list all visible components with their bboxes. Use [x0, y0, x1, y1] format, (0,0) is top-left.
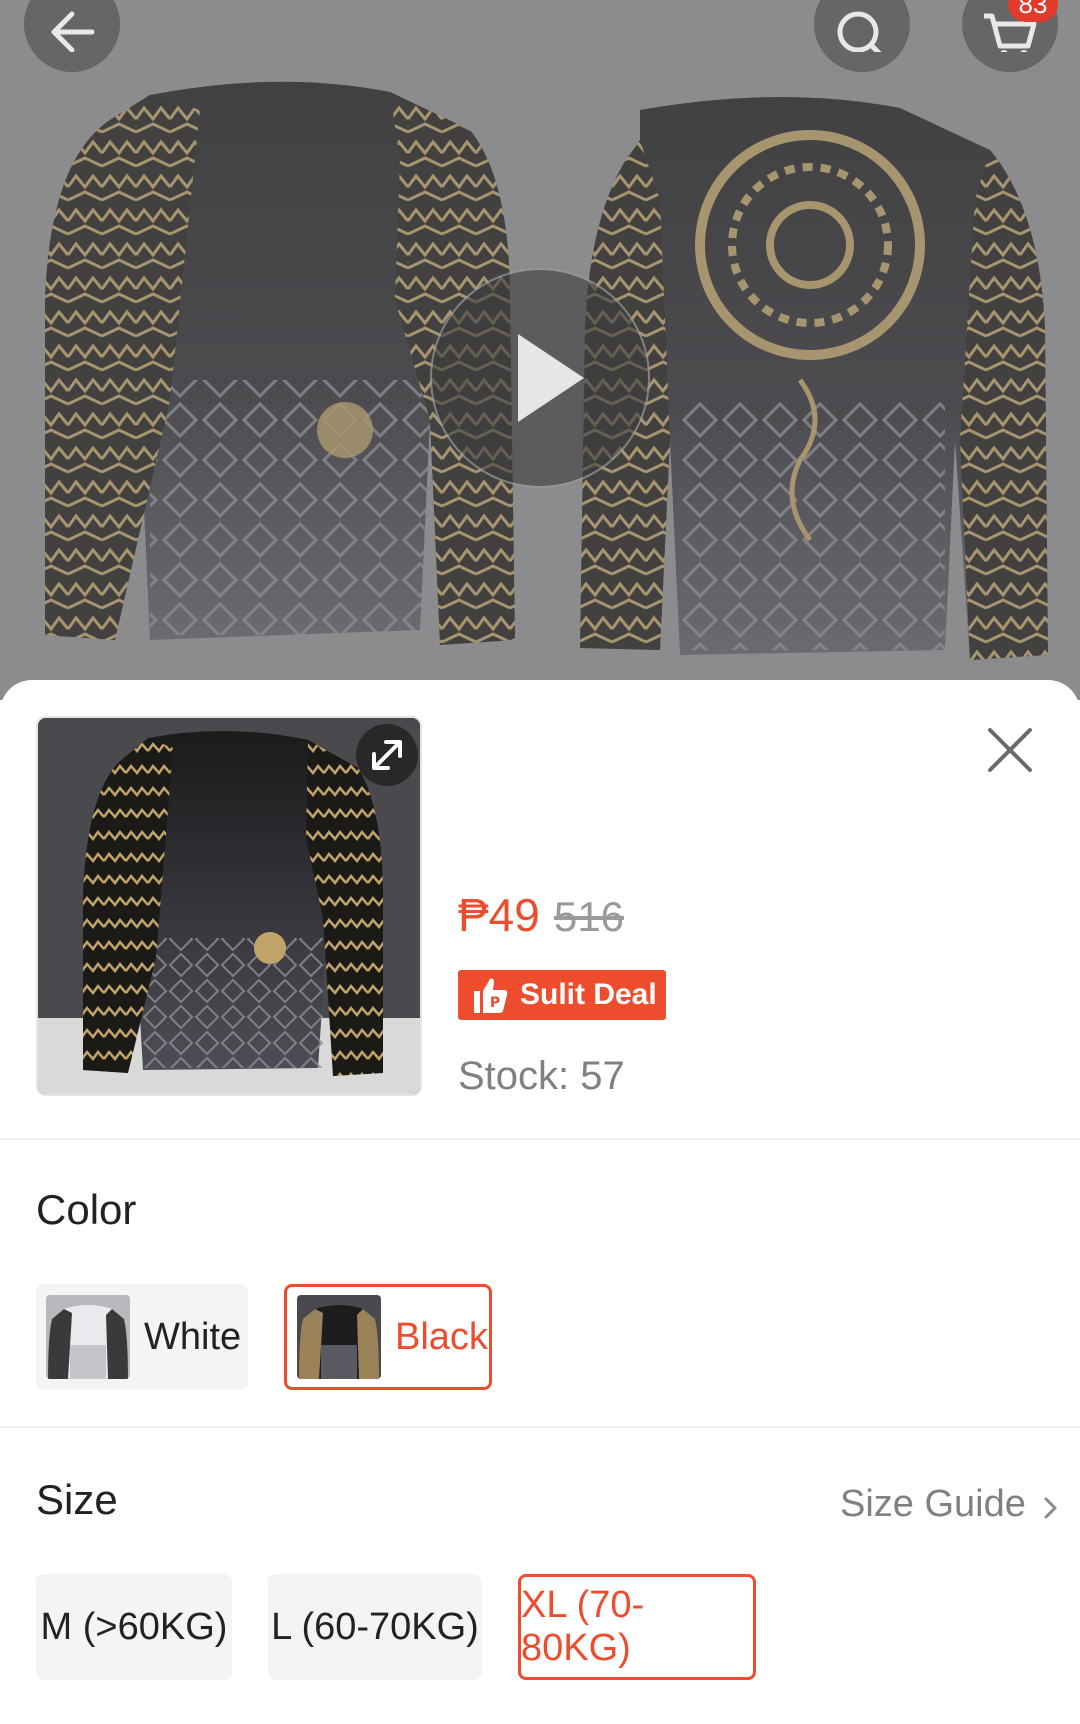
size-option-l[interactable]: L (60-70KG) — [268, 1574, 482, 1680]
expand-icon — [356, 740, 418, 790]
color-option-label: White — [144, 1315, 242, 1358]
current-price: ₱49 — [458, 889, 540, 941]
expand-image-button[interactable] — [356, 724, 418, 786]
arrow-left-icon — [42, 0, 102, 57]
product-media[interactable]: 83 — [0, 0, 1080, 700]
close-button[interactable] — [980, 720, 1040, 780]
color-option-white[interactable]: White — [36, 1284, 248, 1390]
variation-sheet: ₱49 516 P Sulit Deal Stock: 57 — [0, 680, 1080, 1724]
color-option-label: Black — [395, 1315, 488, 1358]
color-option-black[interactable]: Black — [284, 1284, 492, 1390]
deal-badge: P Sulit Deal — [458, 970, 666, 1020]
selected-variation-thumbnail[interactable] — [36, 716, 422, 1096]
color-section-title: Color — [36, 1186, 137, 1233]
size-option-m[interactable]: M (>60KG) — [36, 1574, 232, 1680]
color-swatch-black — [297, 1295, 381, 1379]
close-icon — [980, 728, 1040, 784]
divider — [0, 1426, 1080, 1428]
chevron-right-icon — [1042, 1490, 1060, 1520]
play-video-button[interactable] — [430, 268, 650, 488]
size-section-title: Size — [36, 1476, 118, 1523]
svg-text:P: P — [490, 995, 500, 1011]
size-guide-label: Size Guide — [840, 1483, 1026, 1525]
size-option-label: XL (70-80KG) — [521, 1584, 645, 1669]
stock-count: Stock: 57 — [458, 1054, 625, 1098]
size-option-xl[interactable]: XL (70-80KG) — [518, 1574, 756, 1680]
deal-label: Sulit Deal — [520, 978, 657, 1011]
divider — [0, 1138, 1080, 1140]
size-option-label: L (60-70KG) — [271, 1605, 479, 1648]
size-guide-link[interactable]: Size Guide — [840, 1483, 1060, 1526]
thumbs-up-peso-icon: P — [470, 975, 510, 1015]
price-row: ₱49 516 — [458, 888, 624, 948]
original-price: 516 — [553, 893, 624, 940]
search-icon — [832, 0, 892, 58]
color-swatch-white — [46, 1295, 130, 1379]
size-option-label: M (>60KG) — [40, 1605, 228, 1648]
